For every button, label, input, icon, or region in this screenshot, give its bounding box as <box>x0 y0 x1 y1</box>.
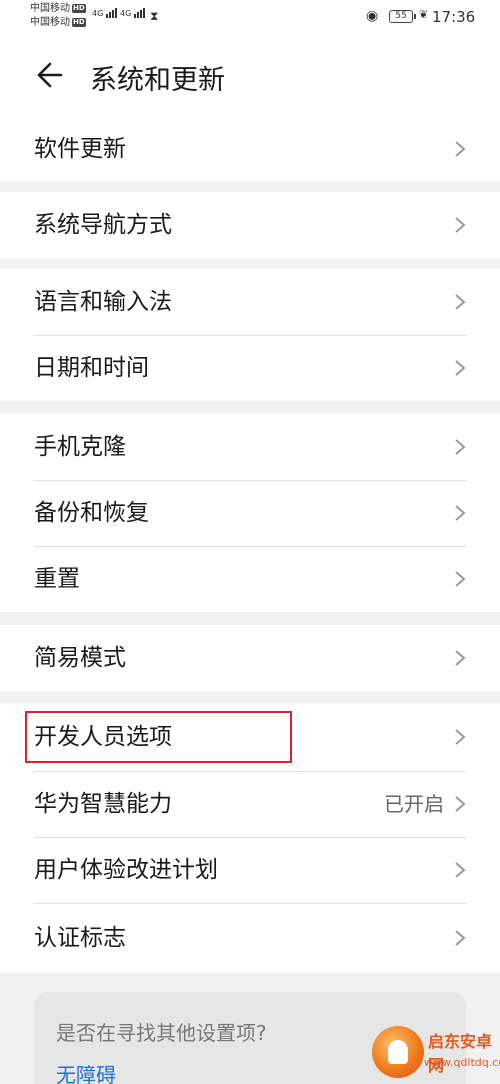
leaf-icon: ❦ <box>419 8 429 21</box>
chevron-right-icon <box>455 294 466 310</box>
carrier-label-1: 中国移动 HD <box>30 3 86 14</box>
settings-item-user-experience[interactable]: 用户体验改进计划 <box>0 837 500 903</box>
settings-item-label: 语言和输入法 <box>34 289 172 315</box>
settings-item-date-time[interactable]: 日期和时间 <box>0 335 500 401</box>
settings-item-backup-restore[interactable]: 备份和恢复 <box>0 480 500 546</box>
suggestion-title: 是否在寻找其他设置项? <box>56 1021 267 1045</box>
settings-group-software-update: 软件更新 <box>0 116 500 182</box>
settings-item-label: 华为智慧能力 <box>34 791 172 817</box>
settings-item-system-navigation[interactable]: 系统导航方式 <box>0 192 500 258</box>
eye-icon: ◉ <box>366 8 379 24</box>
chevron-right-icon <box>455 439 466 455</box>
chevron-right-icon <box>455 571 466 587</box>
chevron-right-icon <box>455 217 466 233</box>
chevron-right-icon <box>455 796 466 812</box>
settings-group-language-date: 语言和输入法 日期和时间 <box>0 269 500 401</box>
chevron-right-icon <box>455 360 466 376</box>
settings-item-developer-options[interactable]: 开发人员选项 <box>0 703 500 771</box>
settings-item-label: 认证标志 <box>34 925 126 951</box>
settings-item-label: 重置 <box>34 566 80 592</box>
settings-item-simple-mode[interactable]: 简易模式 <box>0 625 500 691</box>
chevron-right-icon <box>455 930 466 946</box>
settings-item-language-input[interactable]: 语言和输入法 <box>0 269 500 335</box>
settings-group-simple-mode: 简易模式 <box>0 625 500 691</box>
settings-item-reset[interactable]: 重置 <box>0 546 500 612</box>
settings-item-label: 简易模式 <box>34 645 126 671</box>
chevron-right-icon <box>455 729 466 745</box>
settings-item-label: 手机克隆 <box>34 434 126 460</box>
header: 系统和更新 <box>0 34 500 116</box>
signal-icon: 4G <box>92 8 118 18</box>
watermark-url: www.qdltdq.com <box>424 1056 500 1069</box>
chevron-right-icon <box>455 505 466 521</box>
watermark-logo-icon <box>372 1026 424 1078</box>
battery-icon: 55 <box>389 10 416 23</box>
settings-item-label: 用户体验改进计划 <box>34 857 218 883</box>
hourglass-icon: ⧗ <box>150 9 159 23</box>
settings-item-label: 软件更新 <box>34 136 126 162</box>
carrier-label-2: 中国移动 HD <box>30 17 86 28</box>
chevron-right-icon <box>455 650 466 666</box>
highlight-box <box>25 711 292 763</box>
watermark: 启东安卓网 www.qdltdq.com <box>366 1022 500 1084</box>
settings-item-certification[interactable]: 认证标志 <box>0 903 500 973</box>
settings-group-navigation: 系统导航方式 <box>0 192 500 258</box>
settings-item-label: 日期和时间 <box>34 355 149 381</box>
page-title: 系统和更新 <box>90 65 225 96</box>
signal-icon: 4G <box>120 8 146 18</box>
settings-item-software-update[interactable]: 软件更新 <box>0 116 500 182</box>
settings-item-phone-clone[interactable]: 手机克隆 <box>0 414 500 480</box>
chevron-right-icon <box>455 141 466 157</box>
settings-item-label: 备份和恢复 <box>34 500 149 526</box>
status-bar: 中国移动 HD 中国移动 HD 4G 4G ⧗ ◉ 55 ❦ 17:36 <box>0 0 500 34</box>
clock: 17:36 <box>432 8 476 26</box>
chevron-right-icon <box>455 862 466 878</box>
accessibility-link[interactable]: 无障碍 <box>56 1059 116 1084</box>
settings-group-developer: 开发人员选项 华为智慧能力 已开启 用户体验改进计划 认证标志 <box>0 703 500 973</box>
settings-item-huawei-intelligence[interactable]: 华为智慧能力 已开启 <box>0 771 500 837</box>
settings-item-label: 系统导航方式 <box>34 212 172 238</box>
arrow-left-icon[interactable] <box>32 58 66 92</box>
settings-item-status: 已开启 <box>384 792 444 816</box>
settings-group-backup: 手机克隆 备份和恢复 重置 <box>0 414 500 612</box>
